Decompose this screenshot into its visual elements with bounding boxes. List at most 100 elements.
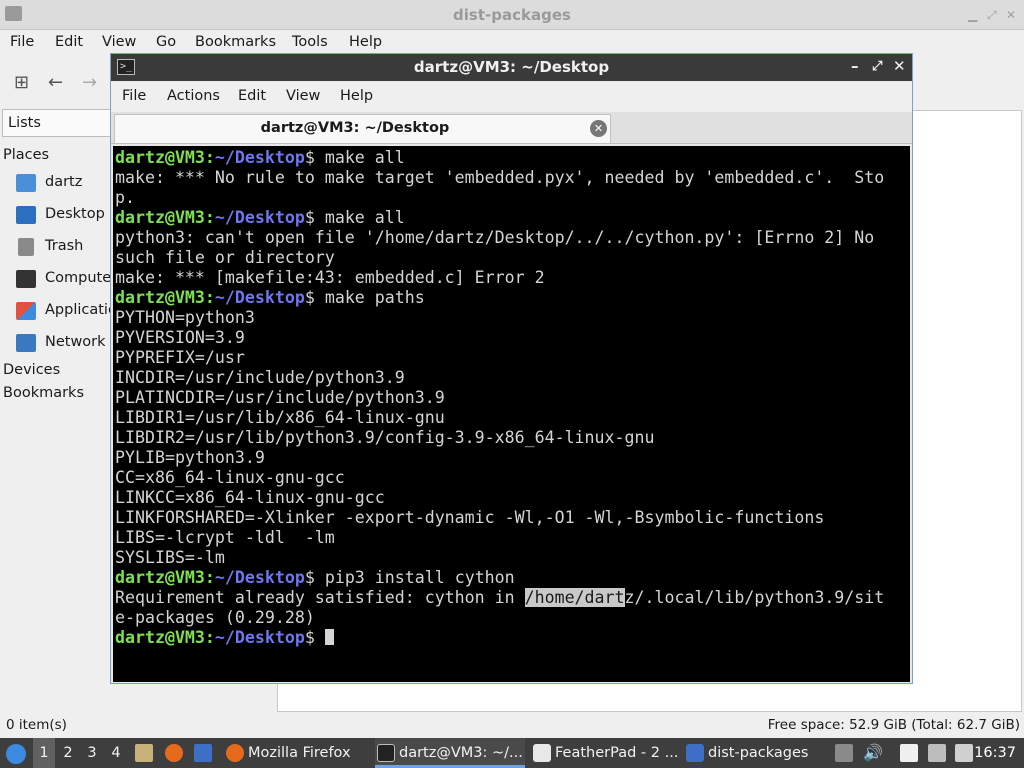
network-status-icon[interactable] bbox=[955, 744, 973, 762]
output-text: p. bbox=[115, 188, 135, 207]
close-icon[interactable]: ✕ bbox=[893, 57, 906, 75]
close-icon[interactable]: ✕ bbox=[1006, 8, 1016, 22]
side-pane-mode-select[interactable]: Lists bbox=[2, 109, 112, 137]
sidebar-item-network[interactable]: Network bbox=[16, 332, 116, 356]
prompt-user: dartz@VM3 bbox=[115, 568, 205, 587]
terminal-line: PYPREFIX=/usr bbox=[115, 348, 884, 368]
terminal-line: LIBDIR1=/usr/lib/x86_64-linux-gnu bbox=[115, 408, 884, 428]
tab-terminal[interactable]: dartz@VM3: ~/Desktop ✕ bbox=[114, 114, 611, 143]
selected-text[interactable]: /home/dart bbox=[524, 588, 625, 607]
forward-arrow-icon[interactable]: → bbox=[82, 72, 97, 93]
output-text: PYTHON=python3 bbox=[115, 308, 255, 327]
menu-file[interactable]: File bbox=[10, 34, 34, 50]
file-manager-titlebar[interactable]: dist-packages ▁ ⤢ ✕ bbox=[0, 0, 1024, 30]
task-dist-packages[interactable]: dist-packages bbox=[684, 738, 814, 768]
sidebar-item-label: Applications bbox=[45, 302, 116, 318]
prompt-user: dartz@VM3 bbox=[115, 208, 205, 227]
prompt-user: dartz@VM3 bbox=[115, 628, 205, 647]
output-text: PYPREFIX=/usr bbox=[115, 348, 245, 367]
output-text: PYVERSION=3.9 bbox=[115, 328, 245, 347]
input-text bbox=[315, 628, 325, 647]
prompt-colon: : bbox=[204, 568, 215, 587]
sidebar-item-desktop[interactable]: Desktop bbox=[16, 204, 116, 228]
clock[interactable]: 16:37 bbox=[974, 738, 1016, 768]
start-menu-icon[interactable] bbox=[6, 744, 26, 764]
terminal-line: make: *** No rule to make target 'embedd… bbox=[115, 168, 884, 188]
workspace-2[interactable]: 2 bbox=[57, 738, 79, 768]
computer-icon bbox=[16, 270, 36, 288]
clipboard-icon[interactable] bbox=[900, 744, 918, 762]
sidebar-item-label: Computer bbox=[45, 270, 116, 286]
terminal-line: PLATINCDIR=/usr/include/python3.9 bbox=[115, 388, 884, 408]
back-arrow-icon[interactable]: ← bbox=[48, 72, 63, 93]
workspace-1[interactable]: 1 bbox=[33, 738, 55, 768]
terminal-line: p. bbox=[115, 188, 884, 208]
task-terminal[interactable]: dartz@VM3: ~/... bbox=[375, 738, 525, 768]
sidebar-item-label: Network bbox=[45, 334, 106, 350]
new-tab-icon[interactable]: ⊞ bbox=[14, 72, 29, 93]
prompt-dollar: $ bbox=[304, 568, 315, 587]
menu-view[interactable]: View bbox=[286, 88, 320, 104]
output-text: LIBDIR2=/usr/lib/python3.9/config-3.9-x8… bbox=[115, 428, 655, 447]
output-text: INCDIR=/usr/include/python3.9 bbox=[115, 368, 405, 387]
menu-help[interactable]: Help bbox=[349, 34, 382, 50]
sidebar-item-dartz[interactable]: dartz bbox=[16, 172, 116, 196]
sidebar-item-label: Desktop bbox=[45, 206, 105, 222]
menu-edit[interactable]: Edit bbox=[55, 34, 83, 50]
task-featherpad[interactable]: FeatherPad - 2 ... bbox=[531, 738, 679, 768]
file-manager-launcher-icon[interactable] bbox=[135, 744, 153, 762]
prompt-path: ~/Desktop bbox=[214, 148, 305, 167]
output-text: LINKCC=x86_64-linux-gnu-gcc bbox=[115, 488, 385, 507]
terminal-screen[interactable]: dartz@VM3:~/Desktop$ make all make: *** N… bbox=[113, 146, 910, 682]
sidebar-item-applications[interactable]: Applications bbox=[16, 300, 116, 324]
firefox-icon bbox=[226, 744, 244, 762]
minimize-icon[interactable]: ▁ bbox=[968, 8, 977, 22]
featherpad-icon bbox=[533, 744, 551, 762]
workspace-4[interactable]: 4 bbox=[105, 738, 127, 768]
menu-edit[interactable]: Edit bbox=[238, 88, 266, 104]
output-text: such file or directory bbox=[115, 248, 335, 267]
menu-actions[interactable]: Actions bbox=[167, 88, 220, 104]
menu-file[interactable]: File bbox=[122, 88, 146, 104]
sidebar-item-trash[interactable]: Trash bbox=[16, 236, 116, 260]
terminal-line: e-packages (0.29.28) bbox=[115, 608, 884, 628]
maximize-icon[interactable]: ⤢ bbox=[987, 8, 997, 23]
output-text: e-packages (0.29.28) bbox=[115, 608, 315, 627]
firefox-launcher-icon[interactable] bbox=[165, 744, 183, 762]
workspace-3[interactable]: 3 bbox=[81, 738, 103, 768]
menu-go[interactable]: Go bbox=[156, 34, 176, 50]
keyboard-layout-icon[interactable] bbox=[928, 744, 946, 762]
output-text: Requirement already satisfied: cython in bbox=[115, 588, 525, 607]
close-tab-icon[interactable]: ✕ bbox=[590, 120, 607, 137]
terminal-line: LIBS=-lcrypt -ldl -lm bbox=[115, 528, 884, 548]
output-text: make: *** [makefile:43: embedded.c] Erro… bbox=[115, 268, 545, 287]
terminal-titlebar[interactable]: >_ dartz@VM3: ~/Desktop – ⤢ ✕ bbox=[111, 54, 912, 81]
terminal-output: dartz@VM3:~/Desktop$ make all make: *** N… bbox=[115, 148, 884, 648]
devices-header[interactable]: Devices bbox=[3, 362, 60, 378]
task-firefox[interactable]: Mozilla Firefox bbox=[224, 738, 370, 768]
prompt-dollar: $ bbox=[304, 208, 315, 227]
terminal-line: dartz@VM3:~/Desktop$ make all bbox=[115, 148, 884, 168]
minimize-icon[interactable]: – bbox=[851, 57, 859, 75]
terminal-line: such file or directory bbox=[115, 248, 884, 268]
tab-label: dartz@VM3: ~/Desktop bbox=[260, 120, 450, 136]
menu-bookmarks[interactable]: Bookmarks bbox=[195, 34, 276, 50]
menu-view[interactable]: View bbox=[102, 34, 136, 50]
menu-help[interactable]: Help bbox=[340, 88, 373, 104]
sidebar-item-label: dartz bbox=[45, 174, 83, 190]
output-text: z/.local/lib/python3.9/sit bbox=[624, 588, 885, 607]
output-text: CC=x86_64-linux-gnu-gcc bbox=[115, 468, 345, 487]
volume-icon[interactable]: 🔊 bbox=[863, 744, 883, 762]
terminal-line: Requirement already satisfied: cython in… bbox=[115, 588, 884, 608]
update-notifier-icon[interactable] bbox=[835, 744, 853, 762]
prompt-path: ~/Desktop bbox=[214, 628, 305, 647]
maximize-icon[interactable]: ⤢ bbox=[872, 59, 882, 74]
output-text: LIBS=-lcrypt -ldl -lm bbox=[115, 528, 335, 547]
show-desktop-icon[interactable] bbox=[194, 744, 212, 762]
terminal-line: LINKFORSHARED=-Xlinker -export-dynamic -… bbox=[115, 508, 884, 528]
bookmarks-header[interactable]: Bookmarks bbox=[3, 385, 84, 401]
menu-tools[interactable]: Tools bbox=[292, 34, 328, 50]
network-icon bbox=[16, 334, 36, 352]
terminal-line: PYVERSION=3.9 bbox=[115, 328, 884, 348]
sidebar-item-computer[interactable]: Computer bbox=[16, 268, 116, 292]
